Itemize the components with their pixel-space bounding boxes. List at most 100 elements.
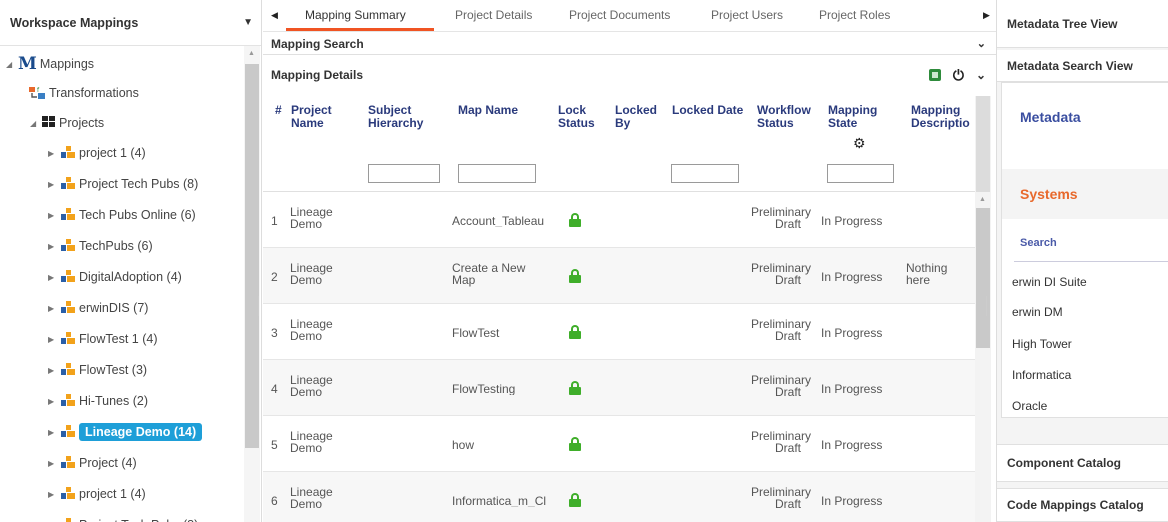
- table-row[interactable]: 6 Lineage Demo Informatica_m_Cl Preliminary D…: [263, 472, 975, 522]
- collapsed-arrow-icon[interactable]: ▶: [48, 366, 60, 375]
- table-row[interactable]: 1 Lineage Demo Account_Tableau Preliminary Dr…: [263, 192, 975, 248]
- table-row[interactable]: 5 Lineage Demo how Preliminary Draft In Progre…: [263, 416, 975, 472]
- tree-item-project[interactable]: ▶ TechPubs (6): [48, 236, 153, 256]
- system-item[interactable]: High Tower: [1012, 337, 1072, 351]
- collapsed-arrow-icon[interactable]: ▶: [48, 490, 60, 499]
- expanded-arrow-icon[interactable]: ◢: [6, 60, 18, 69]
- mapping-search-section[interactable]: Mapping Search ⌄: [263, 33, 996, 55]
- collapse-caret-icon[interactable]: ▼: [243, 17, 253, 28]
- collapse-chevron-icon[interactable]: ⌄: [976, 68, 986, 82]
- unlocked-lock-icon[interactable]: [569, 381, 581, 395]
- project-icon: [60, 517, 76, 522]
- systems-search-label[interactable]: Search: [1020, 237, 1057, 249]
- tree-item-project[interactable]: ▶Project Tech Pubs (8): [48, 515, 198, 522]
- filter-locked-date[interactable]: [671, 164, 739, 183]
- unlocked-lock-icon[interactable]: [569, 437, 581, 451]
- tree-item-project[interactable]: ▶ FlowTest (3): [48, 360, 147, 380]
- power-icon[interactable]: ⏻: [953, 67, 964, 84]
- tree-item-project[interactable]: ▶ DigitalAdoption (4): [48, 267, 182, 287]
- tree-item-project[interactable]: ▶ Project Tech Pubs (8): [48, 174, 198, 194]
- col-header-locked-by[interactable]: Locked By: [615, 104, 657, 130]
- collapsed-arrow-icon[interactable]: ▶: [48, 242, 60, 251]
- col-header-lock-status[interactable]: Lock Status: [558, 104, 595, 130]
- export-excel-icon[interactable]: [928, 69, 941, 81]
- right-splitter-handle[interactable]: [986, 296, 989, 316]
- col-header-project-name[interactable]: Project Name: [291, 104, 332, 130]
- tree-item-project[interactable]: ▶ Project (4): [48, 453, 137, 473]
- tree-item-project[interactable]: ▶ erwinDIS (7): [48, 298, 148, 318]
- unlocked-lock-icon[interactable]: [569, 325, 581, 339]
- tab-scroll-left-icon[interactable]: ◀: [271, 10, 278, 21]
- collapsed-arrow-icon[interactable]: ▶: [48, 428, 60, 437]
- col-header-mapping-description[interactable]: Mapping Descriptio: [911, 104, 970, 130]
- system-item[interactable]: Informatica: [1012, 368, 1071, 382]
- workspace-mappings-title: Workspace Mappings: [10, 15, 139, 30]
- settings-gear-icon[interactable]: ⚙: [853, 135, 866, 152]
- col-header-subject-hierarchy[interactable]: Subject Hierarchy: [368, 104, 423, 130]
- tab-project-users[interactable]: Project Users: [711, 8, 783, 22]
- tree-item-project[interactable]: ▶ Tech Pubs Online (6): [48, 205, 196, 225]
- collapsed-arrow-icon[interactable]: ▶: [48, 273, 60, 282]
- unlocked-lock-icon[interactable]: [569, 493, 581, 507]
- tree-item-project[interactable]: ▶ FlowTest 1 (4): [48, 329, 158, 349]
- tab-project-documents[interactable]: Project Documents: [569, 8, 670, 22]
- code-mappings-catalog-header[interactable]: Code Mappings Catalog: [997, 488, 1168, 522]
- unlocked-lock-icon[interactable]: [569, 269, 581, 283]
- filter-map-name[interactable]: [458, 164, 536, 183]
- mapping-summary-panel: ◀ Mapping Summary Project Details Projec…: [263, 0, 996, 522]
- expand-chevron-icon[interactable]: ⌄: [977, 37, 986, 50]
- tree-item-project[interactable]: ▶ Lineage Demo (14): [48, 422, 203, 442]
- filter-mapping-state[interactable]: [827, 164, 894, 183]
- table-row[interactable]: 2 Lineage Demo Create a New Map Preliminary Dr…: [263, 248, 975, 304]
- tree-item-label: Project Tech Pubs (8): [79, 518, 198, 522]
- table-row[interactable]: 4 Lineage Demo FlowTesting Preliminary Draft I…: [263, 360, 975, 416]
- tab-scroll-right-icon[interactable]: ▶: [983, 10, 990, 21]
- collapsed-arrow-icon[interactable]: ▶: [48, 180, 60, 189]
- scroll-up-arrow-icon[interactable]: ▲: [248, 50, 255, 57]
- left-splitter-handle[interactable]: [258, 296, 261, 316]
- system-item[interactable]: erwin DM: [1012, 305, 1063, 319]
- component-catalog-header[interactable]: Component Catalog: [997, 444, 1168, 482]
- collapsed-arrow-icon[interactable]: ▶: [48, 335, 60, 344]
- grid-scrollbar-thumb[interactable]: [976, 208, 990, 348]
- filter-subject-hierarchy[interactable]: [368, 164, 440, 183]
- col-header-locked-date[interactable]: Locked Date: [672, 104, 743, 117]
- tree-item-label: project 1 (4): [79, 146, 146, 160]
- active-tab-indicator: [286, 28, 434, 31]
- tab-project-details[interactable]: Project Details: [455, 8, 532, 22]
- tree-item-label: Transformations: [49, 86, 139, 100]
- tab-project-roles[interactable]: Project Roles: [819, 8, 890, 22]
- grid-scroll-up-icon[interactable]: ▲: [979, 196, 986, 203]
- collapsed-arrow-icon[interactable]: ▶: [48, 149, 60, 158]
- col-header-workflow-status[interactable]: Workflow Status: [757, 104, 811, 130]
- tree-item-project[interactable]: ▶ project 1 (4): [48, 484, 146, 504]
- mapping-details-grid: # Project Name Subject Hierarchy Map Name …: [263, 96, 975, 522]
- grid-header: # Project Name Subject Hierarchy Map Name …: [263, 96, 975, 192]
- tree-root-mappings[interactable]: ◢ M Mappings: [6, 54, 94, 74]
- tree-root-label: Mappings: [39, 57, 95, 71]
- tree-scrollbar[interactable]: ▲: [244, 46, 260, 522]
- map-name-cell: FlowTest: [452, 327, 500, 339]
- tree-item-label: Project Tech Pubs (8): [79, 177, 199, 191]
- collapsed-arrow-icon[interactable]: ▶: [48, 304, 60, 313]
- table-row[interactable]: 3 Lineage Demo FlowTest Preliminary Draft In P…: [263, 304, 975, 360]
- col-header-mapping-state[interactable]: Mapping State: [828, 104, 877, 130]
- expanded-arrow-icon[interactable]: ◢: [30, 119, 42, 128]
- tab-mapping-summary[interactable]: Mapping Summary: [305, 8, 406, 22]
- collapsed-arrow-icon[interactable]: ▶: [48, 459, 60, 468]
- unlocked-lock-icon[interactable]: [569, 213, 581, 227]
- system-item[interactable]: Oracle: [1012, 399, 1047, 413]
- workspace-mappings-header[interactable]: Workspace Mappings ▼: [0, 0, 261, 46]
- collapsed-arrow-icon[interactable]: ▶: [48, 211, 60, 220]
- tree-item-project[interactable]: ▶ project 1 (4): [48, 143, 146, 163]
- system-item[interactable]: erwin DI Suite: [1012, 275, 1087, 289]
- tree-item-project[interactable]: ▶ Hi-Tunes (2): [48, 391, 148, 411]
- collapsed-arrow-icon[interactable]: ▶: [48, 397, 60, 406]
- project-name-cell-line2: Demo: [290, 329, 323, 343]
- metadata-tree-view-header[interactable]: Metadata Tree View: [997, 0, 1168, 48]
- metadata-search-view-header[interactable]: Metadata Search View: [997, 50, 1168, 82]
- col-header-map-name[interactable]: Map Name: [458, 104, 518, 117]
- tree-scrollbar-thumb[interactable]: [245, 64, 259, 448]
- tree-item-transformations[interactable]: f Transformations: [28, 83, 139, 103]
- tree-item-projects[interactable]: ◢ Projects: [30, 113, 104, 133]
